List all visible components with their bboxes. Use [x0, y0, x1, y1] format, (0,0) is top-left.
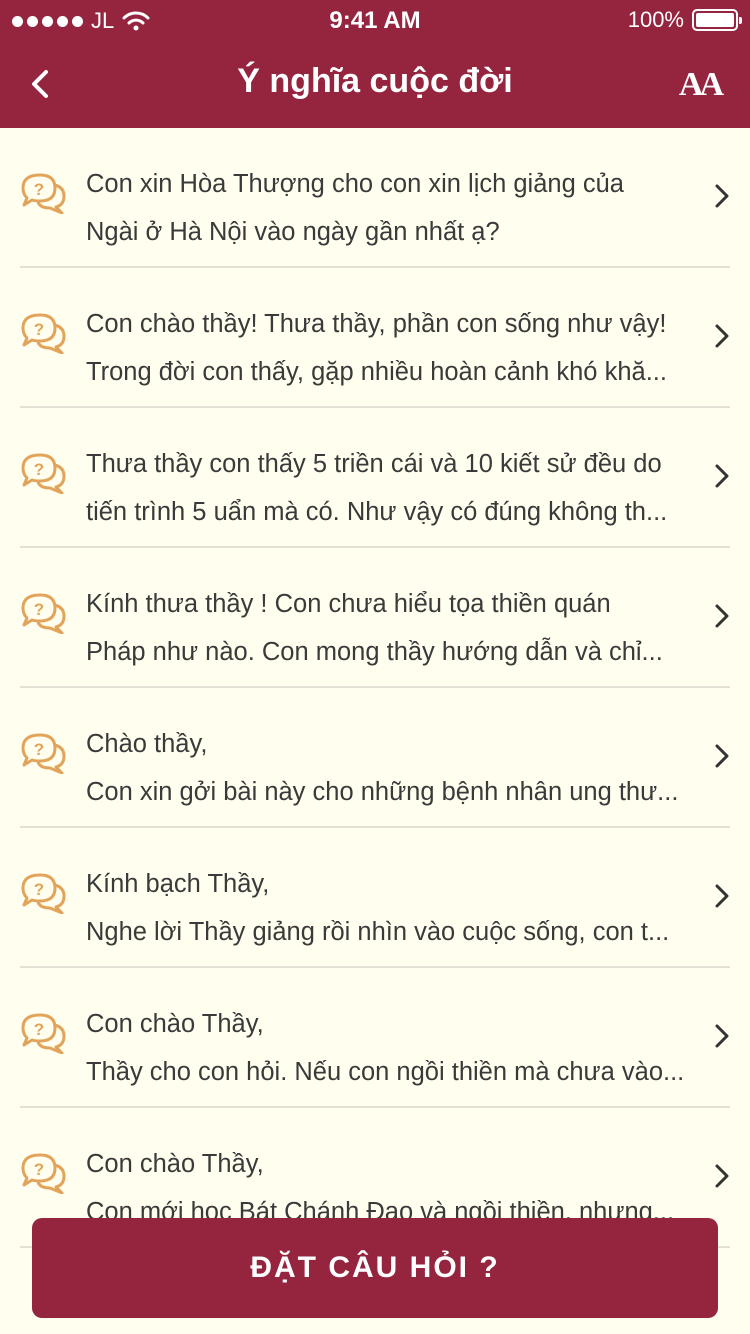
question-line-1: Con chào Thầy,: [86, 1010, 264, 1038]
nav-header: JL 9:41 AM 100% Ý nghĩa cuộc đời AA: [0, 0, 750, 128]
question-line-2: Thầy cho con hỏi. Nếu con ngồi thiền mà …: [86, 1058, 685, 1086]
question-bubble-icon: ?: [21, 453, 66, 494]
chevron-right-icon: [715, 1164, 729, 1188]
battery-info: 100%: [627, 7, 742, 33]
question-row[interactable]: ? Kính bạch Thầy, Nghe lời Thầy giảng rồi …: [0, 828, 750, 968]
question-bubble-icon: ?: [21, 873, 66, 914]
chevron-right-icon: [715, 184, 729, 208]
question-bubble-icon: ?: [21, 173, 66, 214]
question-line-1: Con xin Hòa Thượng cho con xin lịch giản…: [86, 170, 624, 198]
question-line-2: Pháp như nào. Con mong thầy hướng dẫn và…: [86, 638, 663, 666]
svg-text:?: ?: [34, 880, 44, 899]
question-row[interactable]: ? Thưa thầy con thấy 5 triền cái và 10 ki…: [0, 408, 750, 548]
question-line-1: Kính thưa thầy ! Con chưa hiểu tọa thiền…: [86, 590, 611, 618]
question-text: Con chào Thầy, Thầy cho con hỏi. Nếu con …: [86, 1000, 702, 1096]
svg-text:?: ?: [34, 1020, 44, 1039]
question-text: Thưa thầy con thấy 5 triền cái và 10 kiế…: [86, 440, 702, 536]
ask-question-button[interactable]: ĐẶT CÂU HỎI ?: [32, 1218, 718, 1318]
question-bubble-icon: ?: [21, 1153, 66, 1194]
page-title: Ý nghĩa cuộc đời: [237, 62, 513, 100]
question-line-1: Con chào thầy! Thưa thầy, phần con sống …: [86, 310, 667, 338]
question-text: Con chào thầy! Thưa thầy, phần con sống …: [86, 300, 702, 396]
svg-text:?: ?: [34, 180, 44, 199]
svg-text:?: ?: [34, 740, 44, 759]
question-line-1: Chào thầy,: [86, 730, 208, 758]
question-line-1: Thưa thầy con thấy 5 triền cái và 10 kiế…: [86, 450, 662, 478]
font-size-button[interactable]: AA: [679, 66, 724, 104]
chevron-right-icon: [715, 604, 729, 628]
question-line-2: Nghe lời Thầy giảng rồi nhìn vào cuộc số…: [86, 918, 670, 946]
svg-text:?: ?: [34, 460, 44, 479]
question-line-2: Ngài ở Hà Nội vào ngày gần nhất ạ?: [86, 218, 500, 246]
question-line-2: Con xin gởi bài này cho những bệnh nhân …: [86, 778, 679, 806]
status-bar: JL 9:41 AM 100%: [0, 0, 750, 40]
question-row[interactable]: ? Kính thưa thầy ! Con chưa hiểu tọa thiề…: [0, 548, 750, 688]
question-bubble-icon: ?: [21, 1013, 66, 1054]
question-text: Kính thưa thầy ! Con chưa hiểu tọa thiền…: [86, 580, 702, 676]
chevron-right-icon: [715, 744, 729, 768]
question-bubble-icon: ?: [21, 313, 66, 354]
question-text: Kính bạch Thầy, Nghe lời Thầy giảng rồi n…: [86, 860, 702, 956]
chevron-right-icon: [715, 1024, 729, 1048]
question-list: ? Con xin Hòa Thượng cho con xin lịch giả…: [0, 128, 750, 1248]
svg-text:?: ?: [34, 320, 44, 339]
question-line-1: Kính bạch Thầy,: [86, 870, 270, 898]
battery-label: 100%: [627, 7, 684, 32]
battery-icon: [692, 9, 742, 31]
svg-text:?: ?: [34, 600, 44, 619]
question-text: Chào thầy, Con xin gởi bài này cho những …: [86, 720, 702, 816]
question-row[interactable]: ? Con xin Hòa Thượng cho con xin lịch giả…: [0, 128, 750, 268]
question-line-1: Con chào Thầy,: [86, 1150, 264, 1178]
question-row[interactable]: ? Chào thầy, Con xin gởi bài này cho những…: [0, 688, 750, 828]
question-line-2: Trong đời con thấy, gặp nhiều hoàn cảnh …: [86, 358, 667, 386]
svg-text:?: ?: [34, 1160, 44, 1179]
question-row[interactable]: ? Con chào Thầy, Thầy cho con hỏi. Nếu con…: [0, 968, 750, 1108]
chevron-right-icon: [715, 884, 729, 908]
question-bubble-icon: ?: [21, 733, 66, 774]
chevron-right-icon: [715, 324, 729, 348]
question-bubble-icon: ?: [21, 593, 66, 634]
question-text: Con xin Hòa Thượng cho con xin lịch giản…: [86, 160, 702, 256]
question-line-2: tiến trình 5 uẩn mà có. Như vậy có đúng …: [86, 498, 668, 526]
chevron-right-icon: [715, 464, 729, 488]
question-row[interactable]: ? Con chào thầy! Thưa thầy, phần con sống…: [0, 268, 750, 408]
